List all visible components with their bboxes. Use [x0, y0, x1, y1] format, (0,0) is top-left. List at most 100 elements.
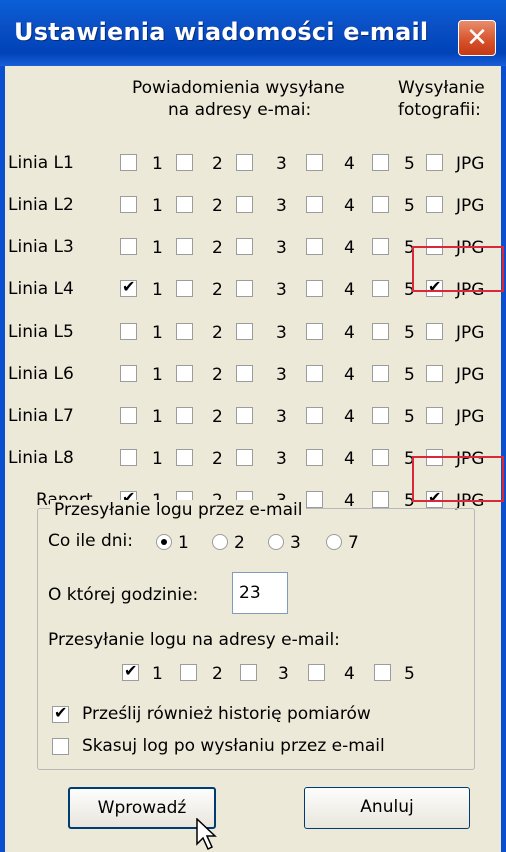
- log-address-checkbox[interactable]: [122, 661, 139, 681]
- jpg-label: JPG: [456, 365, 485, 385]
- notify-checkbox[interactable]: [236, 365, 253, 382]
- interval-radio-label: 1: [178, 533, 189, 553]
- log-address-checkbox[interactable]: [180, 664, 197, 681]
- hour-input[interactable]: [232, 572, 288, 614]
- notify-checkbox[interactable]: [120, 196, 137, 213]
- delete-log-checkbox[interactable]: [52, 738, 69, 755]
- notify-checkbox[interactable]: [176, 238, 193, 255]
- interval-radio[interactable]: [268, 534, 284, 550]
- notify-checkbox[interactable]: [176, 323, 193, 340]
- row-label: Linia L1: [8, 153, 74, 173]
- notify-checkbox[interactable]: [372, 449, 389, 466]
- mouse-cursor-icon: [196, 818, 217, 851]
- notify-checkbox[interactable]: [236, 323, 253, 340]
- notify-checkbox[interactable]: [176, 365, 193, 382]
- address-number-label: 5: [404, 323, 415, 343]
- notify-checkbox[interactable]: [120, 365, 137, 382]
- addresses-label: Przesyłanie logu na adresy e-mail:: [48, 630, 340, 650]
- notify-checkbox[interactable]: [120, 154, 137, 171]
- notify-checkbox[interactable]: [176, 154, 193, 171]
- address-number-label: 2: [212, 449, 223, 469]
- window-title: Ustawienia wiadomości e-mail: [14, 18, 429, 46]
- row-label: Linia L7: [8, 406, 74, 426]
- address-number-label: 1: [152, 449, 163, 469]
- jpg-checkbox[interactable]: [426, 154, 443, 171]
- address-number-label: 2: [212, 365, 223, 385]
- notify-checkbox[interactable]: [306, 280, 323, 297]
- notify-checkbox[interactable]: [236, 280, 253, 297]
- notify-checkbox[interactable]: [236, 238, 253, 255]
- notify-checkbox[interactable]: [120, 238, 137, 255]
- notify-checkbox[interactable]: [306, 491, 323, 508]
- address-number-label: 5: [404, 407, 415, 427]
- interval-radio[interactable]: [156, 534, 172, 550]
- notify-checkbox[interactable]: [176, 280, 193, 297]
- address-number-label: 4: [344, 280, 355, 300]
- address-number-label: 3: [276, 365, 287, 385]
- notify-checkbox[interactable]: [372, 407, 389, 424]
- send-history-checkbox[interactable]: [52, 703, 69, 723]
- notify-checkbox[interactable]: [120, 407, 137, 424]
- row-label: Linia L8: [8, 448, 74, 468]
- notify-checkbox[interactable]: [372, 323, 389, 340]
- address-number-label: 2: [212, 407, 223, 427]
- notify-checkbox[interactable]: [306, 365, 323, 382]
- notify-checkbox[interactable]: [236, 449, 253, 466]
- jpg-checkbox[interactable]: [426, 365, 443, 382]
- row-label: Linia L3: [8, 237, 74, 257]
- address-number-label: 4: [344, 238, 355, 258]
- notify-checkbox[interactable]: [120, 449, 137, 466]
- notify-checkbox[interactable]: [176, 196, 193, 213]
- jpg-checkbox[interactable]: [426, 196, 443, 213]
- interval-radio[interactable]: [212, 534, 228, 550]
- notify-checkbox[interactable]: [306, 238, 323, 255]
- close-button[interactable]: ✕: [458, 20, 496, 56]
- address-number-label: 3: [276, 449, 287, 469]
- ok-button[interactable]: Wprowadź: [68, 787, 216, 829]
- notify-checkbox[interactable]: [176, 449, 193, 466]
- address-number-label: 1: [152, 407, 163, 427]
- notify-checkbox[interactable]: [372, 491, 389, 508]
- address-number-label: 1: [152, 365, 163, 385]
- address-number-label: 1: [152, 196, 163, 216]
- notify-checkbox[interactable]: [306, 449, 323, 466]
- notify-checkbox[interactable]: [236, 154, 253, 171]
- notify-checkbox[interactable]: [120, 323, 137, 340]
- log-address-number: 3: [278, 664, 289, 684]
- window-frame-left: [0, 66, 5, 852]
- jpg-label: JPG: [456, 323, 485, 343]
- notify-checkbox[interactable]: [372, 238, 389, 255]
- address-number-label: 3: [276, 280, 287, 300]
- notify-checkbox[interactable]: [306, 323, 323, 340]
- notify-checkbox[interactable]: [306, 407, 323, 424]
- address-number-label: 1: [152, 323, 163, 343]
- highlight-box-raport-jpg: [412, 456, 504, 502]
- notify-checkbox[interactable]: [372, 196, 389, 213]
- notify-checkbox[interactable]: [120, 277, 137, 297]
- cancel-button[interactable]: Anuluj: [304, 787, 470, 829]
- log-group-title: Przesyłanie logu przez e-mail: [50, 500, 307, 520]
- notify-checkbox[interactable]: [236, 196, 253, 213]
- notify-checkbox[interactable]: [306, 196, 323, 213]
- log-address-checkbox[interactable]: [308, 664, 325, 681]
- notify-checkbox[interactable]: [176, 407, 193, 424]
- address-number-label: 3: [276, 196, 287, 216]
- jpg-checkbox[interactable]: [426, 407, 443, 424]
- log-address-checkbox[interactable]: [240, 664, 257, 681]
- interval-radio[interactable]: [326, 534, 342, 550]
- address-number-label: 1: [152, 154, 163, 174]
- notify-checkbox[interactable]: [372, 365, 389, 382]
- photo-header-line2: fotografii:: [398, 100, 481, 120]
- address-number-label: 2: [212, 280, 223, 300]
- notify-checkbox[interactable]: [236, 407, 253, 424]
- notify-checkbox[interactable]: [372, 154, 389, 171]
- interval-radio-label: 2: [234, 533, 245, 553]
- jpg-checkbox[interactable]: [426, 323, 443, 340]
- highlight-box-l4-jpg: [412, 246, 504, 292]
- notify-checkbox[interactable]: [306, 154, 323, 171]
- notify-checkbox[interactable]: [372, 280, 389, 297]
- address-number-label: 2: [212, 238, 223, 258]
- address-number-label: 4: [344, 407, 355, 427]
- send-history-label: Prześlij również historię pomiarów: [82, 704, 371, 724]
- log-address-checkbox[interactable]: [374, 664, 391, 681]
